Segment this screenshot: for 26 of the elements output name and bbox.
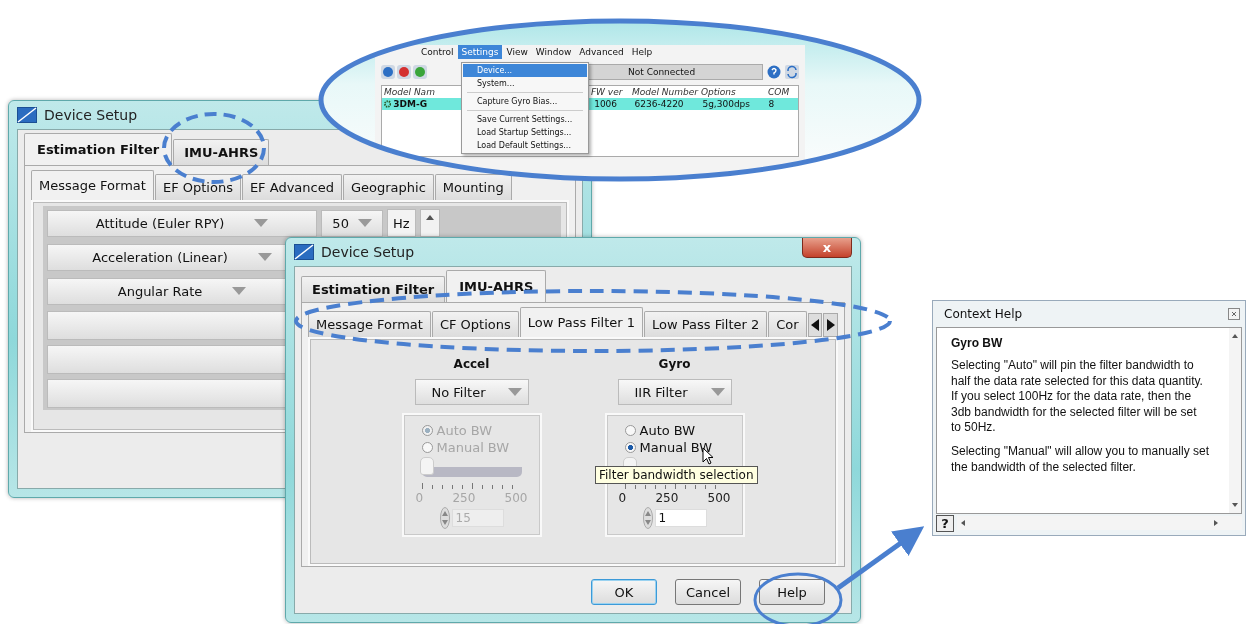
column-header: Options — [700, 87, 737, 97]
column-header: FW ver — [590, 87, 624, 97]
window-title: Context Help — [944, 307, 1023, 321]
column-header: COM — [768, 87, 791, 97]
table-cell-text: 6236-4220 — [634, 99, 685, 109]
help-paragraph: Selecting "Manual" will allow you to manually set the bandwidth of the selected filter. — [951, 443, 1209, 476]
column-header: Model Nam — [384, 87, 435, 97]
tick-label: 500 — [504, 491, 528, 505]
window-title: Device Setup — [321, 244, 415, 260]
table-cell: 3DM-G — [393, 99, 428, 109]
column-heading: Accel — [453, 357, 490, 371]
window-title: Device Setup — [44, 107, 138, 123]
tick-label: 250 — [655, 491, 679, 505]
unit-label: Hz — [387, 209, 416, 237]
table-cell-text: 8 — [768, 99, 776, 109]
column-heading: Gyro — [658, 357, 691, 371]
table-cell-text: 1006 — [594, 99, 619, 109]
tick-label: 250 — [452, 491, 476, 505]
help-paragraph: Selecting "Auto" will pin the filter bandwidth to half the data rate selected for this data quantity. If you select 100Hz for the data rate, then the 3db bandwidth for the selected filter will be set to 50Hz. — [951, 358, 1204, 436]
tick-label: 500 — [707, 491, 731, 505]
table-cell-text: 5g,300dps — [702, 99, 751, 109]
tooltip: Filter bandwidth selection — [595, 466, 758, 484]
help-heading: Gyro BW — [951, 336, 1004, 350]
column-header: Model Number — [631, 87, 700, 97]
tick-label: 0 — [415, 491, 424, 505]
tick-label: 0 — [618, 491, 627, 505]
